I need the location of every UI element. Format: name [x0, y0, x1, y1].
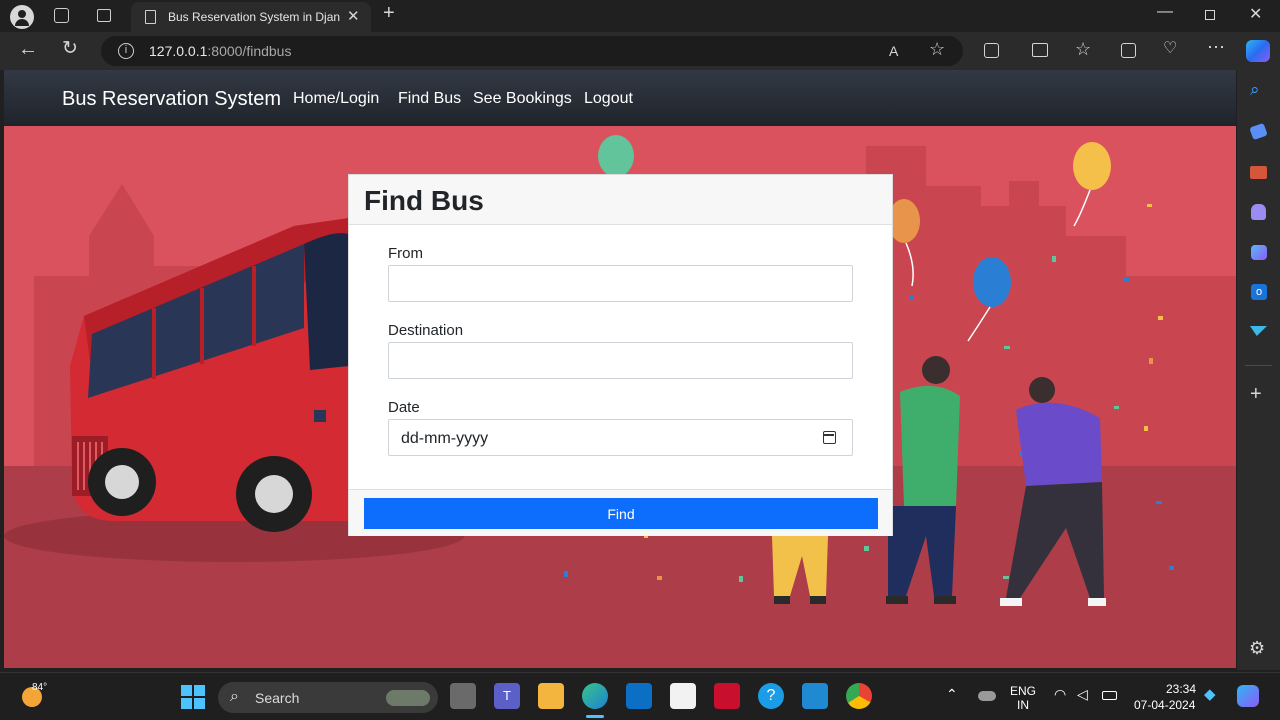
destination-label: Destination: [388, 322, 464, 339]
search-label: Search: [255, 690, 300, 706]
favorite-star-icon[interactable]: ☆: [929, 40, 945, 58]
back-icon[interactable]: ←: [18, 39, 38, 59]
nav-home-login[interactable]: Home/Login: [293, 90, 379, 108]
close-window-icon[interactable]: ✕: [1249, 7, 1262, 23]
wifi-icon[interactable]: ◠: [1054, 686, 1066, 703]
browser-essentials-icon[interactable]: ♡: [1163, 41, 1177, 57]
workspaces-icon[interactable]: [54, 8, 69, 23]
site-brand[interactable]: Bus Reservation System: [62, 88, 281, 111]
copilot-taskbar-icon[interactable]: [1237, 685, 1259, 707]
address-bar[interactable]: i 127.0.0.1:8000/findbus A ☆: [101, 36, 963, 66]
edge-active-indicator: [586, 715, 604, 718]
start-icon[interactable]: [181, 685, 205, 709]
taskbar-search[interactable]: ⌕ Search: [218, 682, 438, 713]
clock-time: 23:34: [1166, 682, 1197, 696]
vscode-icon[interactable]: [802, 683, 828, 709]
clock-date: 07-04-2024: [1134, 698, 1196, 712]
from-input[interactable]: [388, 265, 853, 302]
more-options-icon[interactable]: ⋯: [1207, 38, 1225, 56]
favorites-icon[interactable]: ☆: [1075, 40, 1091, 58]
weather-temp: 84°: [32, 682, 48, 693]
date-label: Date: [388, 399, 420, 416]
volume-icon[interactable]: ◁: [1077, 686, 1088, 703]
help-icon[interactable]: ?: [758, 683, 784, 709]
calendar-icon[interactable]: [823, 431, 836, 444]
sidebar-divider: [1245, 365, 1272, 366]
copilot-icon[interactable]: [1246, 40, 1270, 62]
outlook-icon[interactable]: o: [1251, 284, 1267, 300]
page-viewport: Bus Reservation System Home/Login Find B…: [4, 70, 1236, 668]
refresh-icon[interactable]: ↻: [62, 39, 78, 58]
windows-taskbar: 84° ⌕ Search T ? ⌃ ENG IN ◠ ◁ 23:34 07-0…: [0, 672, 1280, 720]
teams-icon[interactable]: T: [494, 683, 520, 709]
tab-actions-icon[interactable]: [97, 9, 111, 22]
myhp-icon[interactable]: [626, 683, 652, 709]
read-aloud-icon[interactable]: A: [889, 43, 898, 59]
lang-top: ENG: [1010, 684, 1037, 698]
from-label: From: [388, 245, 423, 262]
mcafee-icon[interactable]: [714, 683, 740, 709]
split-screen-icon[interactable]: [1032, 43, 1048, 57]
lang-bottom: IN: [1017, 698, 1029, 712]
browser-toolbar: ← ↻ i 127.0.0.1:8000/findbus A ☆ ☆ ♡ ⋯: [0, 32, 1280, 70]
card-footer: Find: [349, 489, 892, 536]
games-icon[interactable]: [1251, 204, 1266, 220]
file-explorer-icon[interactable]: [538, 683, 564, 709]
collections-icon[interactable]: [1121, 43, 1136, 58]
edge-sidebar: ⌕ o + ⚙: [1237, 70, 1280, 670]
chrome-icon[interactable]: [846, 683, 872, 709]
close-tab-icon[interactable]: ✕: [347, 9, 360, 25]
profile-icon[interactable]: [10, 5, 34, 29]
store-icon[interactable]: [670, 683, 696, 709]
browser-tab-bar: Bus Reservation System in Djang ✕ + — ✕: [0, 0, 1280, 32]
site-navbar: Bus Reservation System Home/Login Find B…: [4, 70, 1236, 126]
search-highlight-icon: [386, 690, 430, 706]
show-hidden-icons[interactable]: ⌃: [946, 686, 958, 703]
sidebar-settings-icon[interactable]: ⚙: [1249, 639, 1265, 657]
nav-see-bookings[interactable]: See Bookings: [473, 90, 572, 108]
notification-bell-icon[interactable]: ◆: [1204, 685, 1216, 703]
card-title: Find Bus: [364, 185, 484, 216]
restore-icon[interactable]: [1205, 10, 1215, 20]
date-input[interactable]: dd-mm-yyyy: [388, 419, 853, 456]
card-header: Find Bus: [349, 175, 892, 225]
tab-title: Bus Reservation System in Djang: [168, 10, 340, 24]
nav-logout[interactable]: Logout: [584, 90, 633, 108]
onedrive-icon[interactable]: [978, 691, 996, 701]
search-icon[interactable]: ⌕: [1250, 81, 1260, 98]
copilot-sidebar-icon[interactable]: [1251, 245, 1267, 260]
tools-icon[interactable]: [1250, 166, 1267, 179]
url-text: 127.0.0.1:8000/findbus: [149, 43, 292, 59]
shopping-icon[interactable]: [1249, 122, 1268, 141]
new-tab-icon[interactable]: +: [383, 3, 395, 23]
battery-icon[interactable]: [1102, 691, 1117, 700]
add-sidebar-app-icon[interactable]: +: [1250, 384, 1262, 404]
destination-input[interactable]: [388, 342, 853, 379]
date-placeholder: dd-mm-yyyy: [401, 430, 489, 447]
tab-active[interactable]: Bus Reservation System in Djang ✕: [131, 2, 371, 32]
send-icon[interactable]: [1250, 326, 1267, 336]
find-button[interactable]: Find: [364, 498, 878, 529]
minimize-icon[interactable]: —: [1157, 4, 1173, 20]
nav-find-bus[interactable]: Find Bus: [398, 90, 461, 108]
site-info-icon[interactable]: i: [118, 43, 134, 59]
extensions-icon[interactable]: [984, 43, 999, 58]
edge-icon[interactable]: [582, 683, 608, 709]
find-bus-card: Find Bus From Destination Date dd-mm-yyy…: [348, 174, 893, 536]
page-icon: [145, 10, 156, 24]
search-glass-icon: ⌕: [230, 688, 239, 705]
task-view-icon[interactable]: [450, 683, 476, 709]
